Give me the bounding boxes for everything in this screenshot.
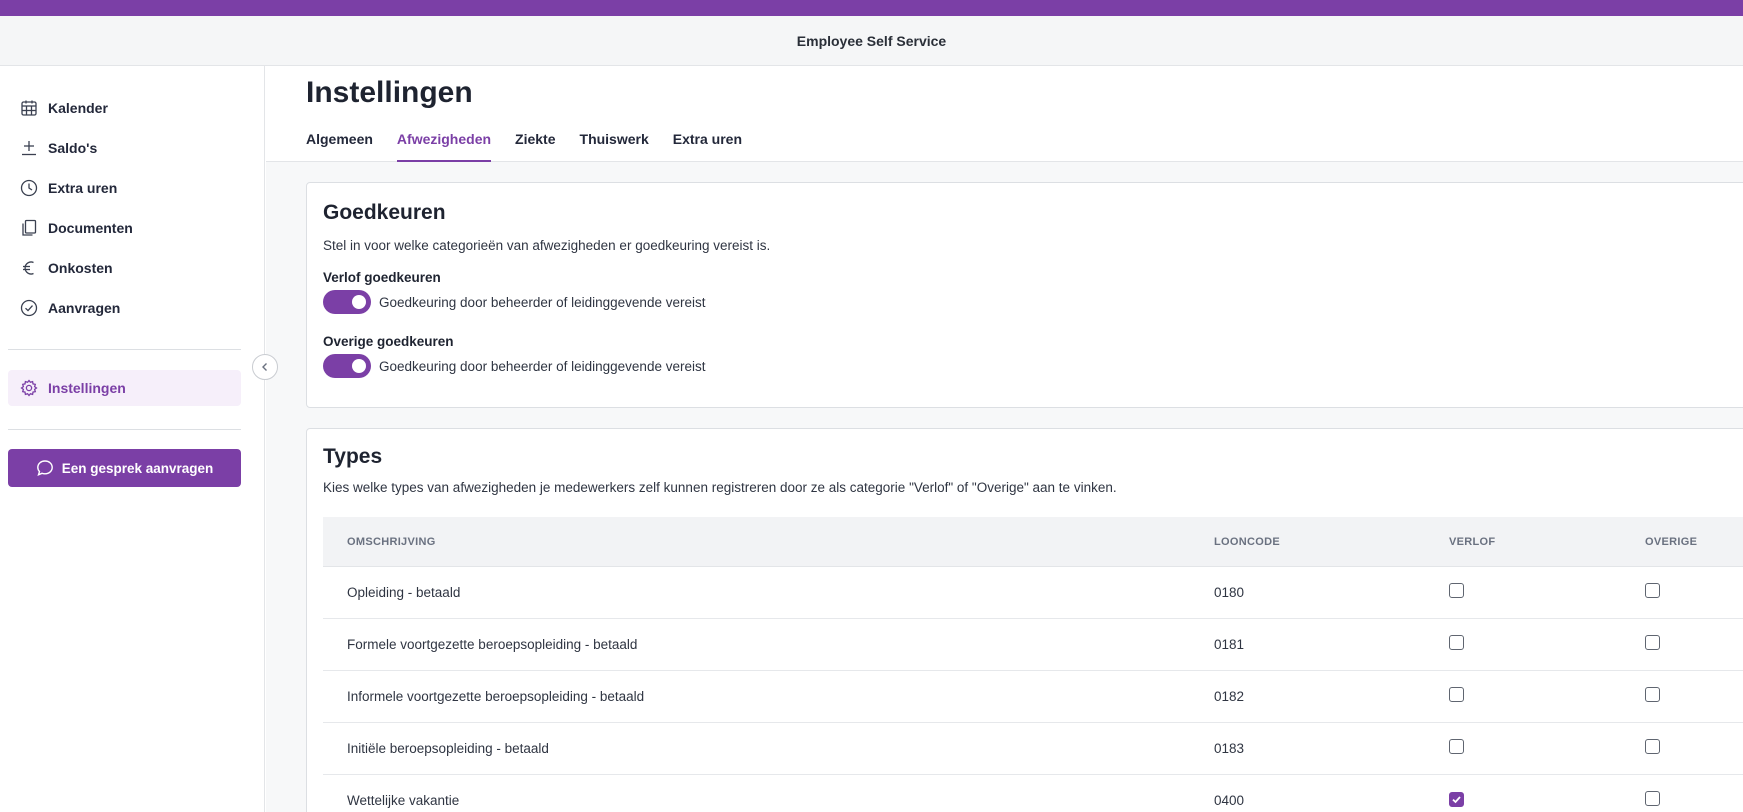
sidebar-item-extra-uren[interactable]: Extra uren	[8, 170, 241, 206]
check-icon	[1452, 795, 1461, 803]
check-circle-icon	[20, 299, 38, 317]
table-row: Wettelijke vakantie 0400	[323, 775, 1743, 812]
tab-afwezigheden[interactable]: Afwezigheden	[396, 126, 492, 162]
row-description: Opleiding - betaald	[347, 585, 461, 600]
cta-label: Een gesprek aanvragen	[61, 460, 214, 476]
overige-checkbox[interactable]	[1645, 582, 1660, 598]
overige-checkbox[interactable]	[1645, 686, 1660, 702]
table-row: Initiële beroepsopleiding - betaald 0183	[323, 723, 1743, 775]
row-description: Wettelijke vakantie	[347, 793, 460, 808]
approvals-card: Goedkeuren Stel in voor welke categorieë…	[306, 182, 1743, 408]
types-table: OMSCHRIJVING LOONCODE VERLOF OVERIGE Opl…	[323, 517, 1743, 812]
sidebar-item-label: Saldo's	[48, 140, 98, 156]
row-description: Informele voortgezette beroepsopleiding …	[347, 689, 645, 704]
app-title: Employee Self Service	[796, 32, 947, 49]
col-omschrijving[interactable]: OMSCHRIJVING	[347, 536, 436, 548]
chevron-left-icon	[259, 361, 271, 373]
sidebar-divider	[8, 429, 241, 430]
table-row: Formele voortgezette beroepsopleiding - …	[323, 619, 1743, 671]
approvals-description: Stel in voor welke categorieën van afwez…	[323, 238, 771, 253]
sidebar-item-instellingen[interactable]: Instellingen	[8, 370, 241, 406]
row-description: Formele voortgezette beroepsopleiding - …	[347, 637, 638, 652]
clock-icon	[20, 179, 38, 197]
row-description: Initiële beroepsopleiding - betaald	[347, 741, 549, 756]
leave-approval-row: Goedkeuring door beheerder of leidinggev…	[323, 290, 705, 314]
other-approval-row: Goedkeuring door beheerder of leidinggev…	[323, 354, 705, 378]
verlof-checkbox[interactable]	[1449, 582, 1464, 598]
col-overige[interactable]: OVERIGE	[1645, 536, 1697, 548]
other-approval-toggle[interactable]	[323, 354, 371, 378]
overige-checkbox[interactable]	[1645, 634, 1660, 650]
tab-extra-uren[interactable]: Extra uren	[673, 126, 742, 162]
sidebar-item-label: Documenten	[48, 220, 133, 236]
tab-bar: Algemeen Afwezigheden Ziekte Thuiswerk E…	[306, 126, 766, 162]
types-description: Kies welke types van afwezigheden je med…	[323, 480, 1117, 495]
approvals-title: Goedkeuren	[323, 201, 446, 224]
row-code: 0400	[1214, 793, 1245, 808]
sidebar-item-onkosten[interactable]: Onkosten	[8, 250, 241, 286]
verlof-checkbox[interactable]	[1449, 634, 1464, 650]
sidebar-item-label: Onkosten	[48, 260, 113, 276]
euro-icon	[20, 259, 38, 277]
page-header: Instellingen Algemeen Afwezigheden Ziekt…	[266, 66, 1743, 162]
sidebar-item-documenten[interactable]: Documenten	[8, 210, 241, 246]
row-code: 0181	[1214, 637, 1245, 652]
request-conversation-button[interactable]: Een gesprek aanvragen	[8, 449, 241, 487]
row-code: 0180	[1214, 585, 1245, 600]
documents-icon	[20, 219, 38, 237]
other-approval-text: Goedkeuring door beheerder of leidinggev…	[379, 358, 706, 374]
leave-approval-label: Verlof goedkeuren	[323, 270, 441, 285]
table-header: OMSCHRIJVING LOONCODE VERLOF OVERIGE	[323, 517, 1743, 567]
tab-algemeen[interactable]: Algemeen	[306, 126, 373, 162]
balance-icon	[20, 139, 38, 157]
sidebar: Kalender Saldo's Extra uren Documenten O…	[0, 66, 265, 812]
collapse-sidebar-button[interactable]	[252, 354, 278, 380]
row-code: 0183	[1214, 741, 1245, 756]
sidebar-item-label: Extra uren	[48, 180, 118, 196]
overige-checkbox[interactable]	[1645, 790, 1660, 806]
leave-approval-toggle[interactable]	[323, 290, 371, 314]
gear-icon	[20, 379, 38, 397]
sidebar-item-label: Aanvragen	[48, 300, 121, 316]
sidebar-item-aanvragen[interactable]: Aanvragen	[8, 290, 241, 326]
sidebar-item-kalender[interactable]: Kalender	[8, 90, 241, 126]
main-content: Instellingen Algemeen Afwezigheden Ziekt…	[266, 66, 1743, 812]
sidebar-item-label: Kalender	[48, 100, 108, 116]
top-accent-bar	[0, 0, 1743, 16]
verlof-checkbox[interactable]	[1449, 738, 1464, 754]
tab-thuiswerk[interactable]: Thuiswerk	[580, 126, 649, 162]
sidebar-divider	[8, 349, 241, 350]
col-verlof[interactable]: VERLOF	[1449, 536, 1495, 548]
col-looncode[interactable]: LOONCODE	[1214, 536, 1280, 548]
table-row: Opleiding - betaald 0180	[323, 567, 1743, 619]
tab-ziekte[interactable]: Ziekte	[515, 126, 555, 162]
chat-icon	[36, 459, 54, 477]
overige-checkbox[interactable]	[1645, 738, 1660, 754]
calendar-icon	[20, 99, 38, 117]
sidebar-item-label: Instellingen	[48, 380, 126, 396]
types-title: Types	[323, 445, 383, 468]
other-approval-label: Overige goedkeuren	[323, 334, 454, 349]
verlof-checkbox[interactable]	[1449, 791, 1464, 807]
page-title: Instellingen	[306, 76, 473, 109]
sidebar-item-saldos[interactable]: Saldo's	[8, 130, 241, 166]
table-row: Informele voortgezette beroepsopleiding …	[323, 671, 1743, 723]
verlof-checkbox[interactable]	[1449, 686, 1464, 702]
row-code: 0182	[1214, 689, 1245, 704]
types-card: Types Kies welke types van afwezigheden …	[306, 428, 1743, 812]
leave-approval-text: Goedkeuring door beheerder of leidinggev…	[379, 294, 706, 310]
app-header: Employee Self Service	[0, 16, 1743, 66]
